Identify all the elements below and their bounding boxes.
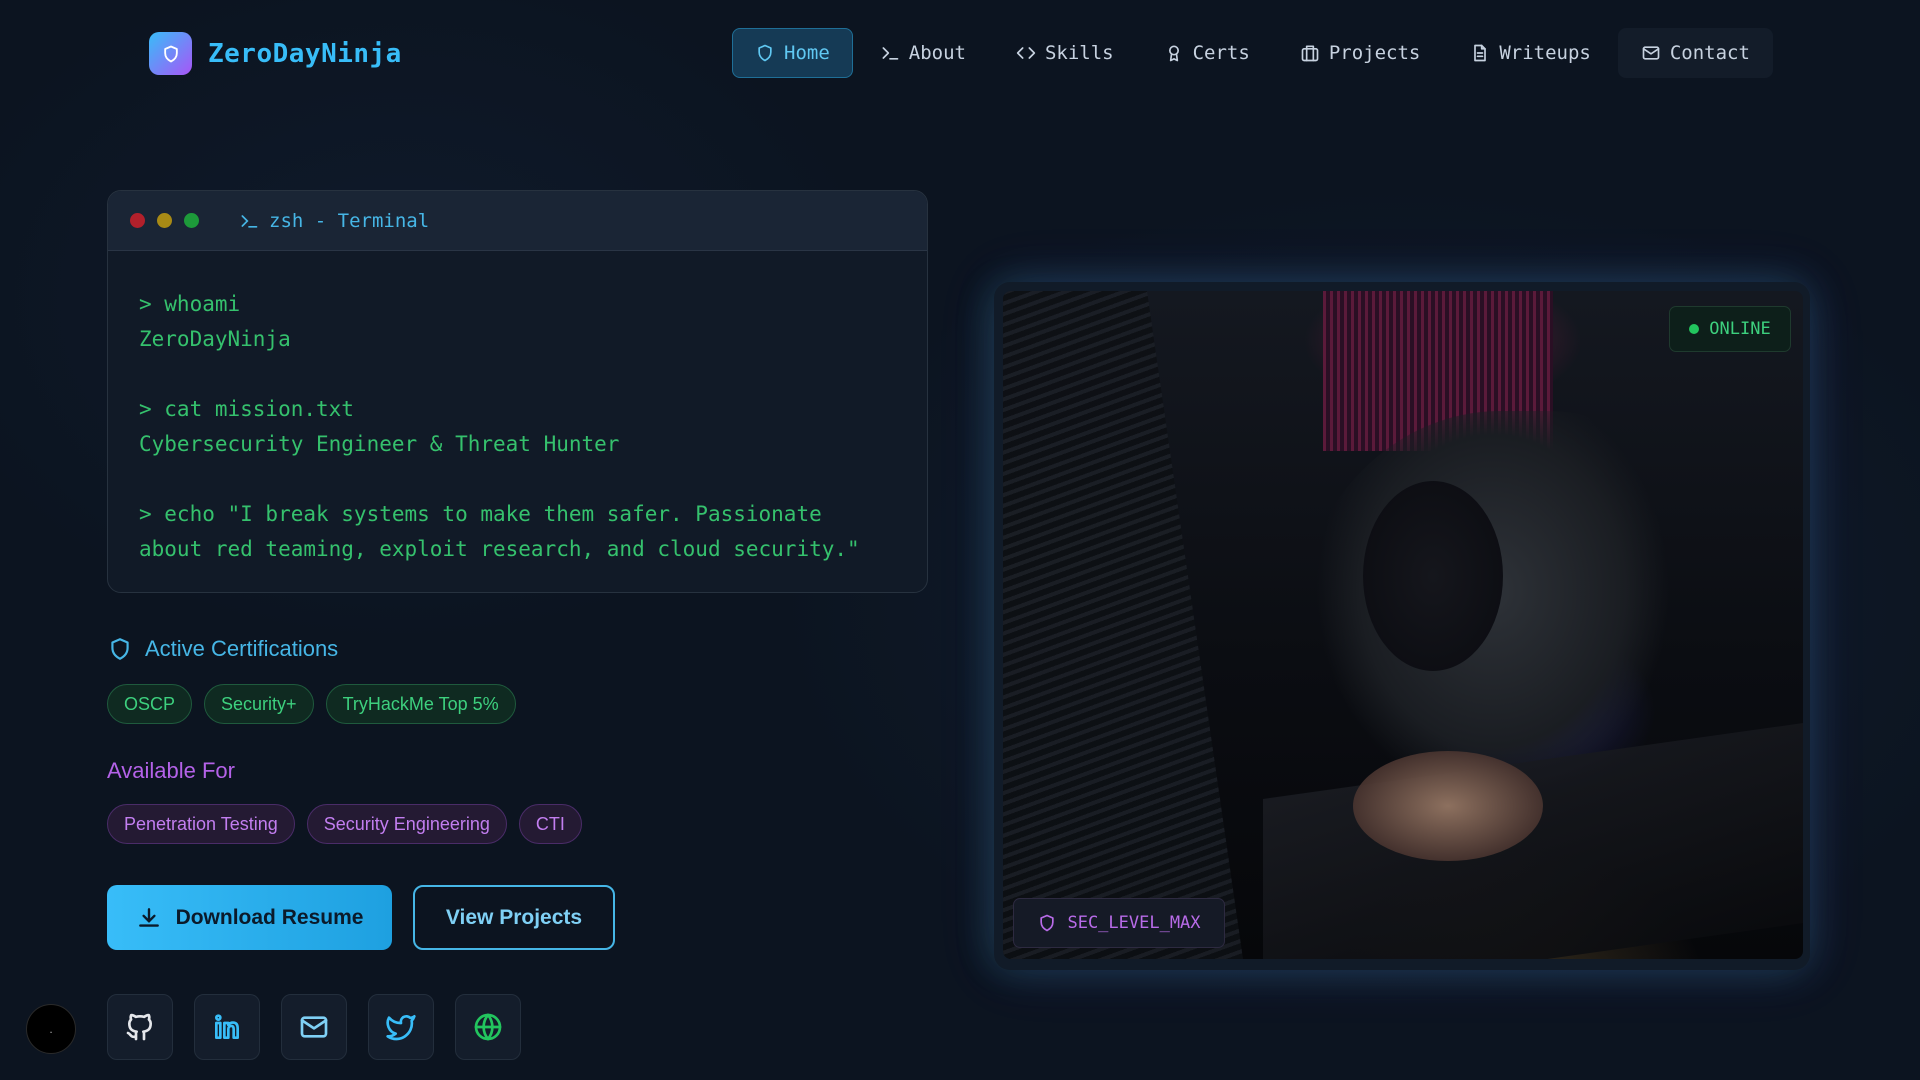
online-status-badge: ONLINE (1669, 306, 1791, 352)
terminal-titlebar: zsh - Terminal (108, 191, 927, 251)
service-badge: CTI (518, 804, 582, 844)
floating-badge[interactable]: . (26, 1004, 76, 1054)
linkedin-icon (215, 1014, 239, 1039)
nav-label: Writeups (1499, 42, 1591, 64)
shield-icon (1040, 914, 1055, 932)
service-badge: Security Engineering (306, 804, 507, 844)
terminal-body: > whoami ZeroDayNinja > cat mission.txt … (108, 251, 927, 567)
nav-item-projects[interactable]: Projects (1277, 28, 1444, 78)
cert-badge: Security+ (204, 684, 314, 724)
terminal-line: > echo "I break systems to make them saf… (139, 502, 822, 526)
terminal-line: about red teaming, exploit research, and… (139, 537, 860, 561)
hooded-face-graphic (1363, 481, 1503, 671)
certifications-heading: Active Certifications (107, 636, 338, 662)
view-projects-button[interactable]: View Projects (413, 885, 615, 950)
terminal-line: > cat mission.txt (139, 397, 354, 421)
terminal-line: Cybersecurity Engineer & Threat Hunter (139, 432, 620, 456)
terminal-icon (241, 214, 258, 228)
file-text-icon (1474, 44, 1487, 62)
available-list: Penetration Testing Security Engineering… (107, 804, 582, 844)
mail-icon (1642, 46, 1660, 60)
terminal-icon (882, 47, 899, 60)
cert-badge: TryHackMe Top 5% (325, 684, 516, 724)
security-level-text: SEC_LEVEL_MAX (1067, 913, 1201, 933)
nav-label: Contact (1669, 42, 1750, 64)
award-icon (1168, 45, 1179, 62)
minimize-dot (157, 213, 172, 228)
mail-icon (300, 1016, 328, 1038)
available-heading-text: Available For (107, 758, 235, 783)
maximize-dot (184, 213, 199, 228)
nav-label: Skills (1044, 42, 1114, 64)
briefcase-icon (1301, 45, 1319, 62)
status-dot (1689, 324, 1700, 334)
terminal-window: zsh - Terminal > whoami ZeroDayNinja > c… (107, 190, 928, 593)
terminal-title: zsh - Terminal (239, 210, 429, 232)
cert-badge: OSCP (107, 684, 193, 724)
view-projects-label: View Projects (445, 905, 583, 929)
service-badge: Penetration Testing (107, 804, 295, 844)
globe-icon (474, 1013, 502, 1041)
download-icon (138, 907, 159, 927)
brand-name: ZeroDayNinja (208, 38, 402, 69)
available-heading: Available For (107, 758, 235, 784)
shield-icon (149, 32, 192, 75)
certifications-list: OSCP Security+ TryHackMe Top 5% (107, 684, 516, 724)
nav-label: Projects (1328, 42, 1421, 64)
terminal-title-text: zsh - Terminal (269, 209, 430, 232)
website-link[interactable] (455, 994, 521, 1060)
brand[interactable]: ZeroDayNinja (149, 32, 402, 75)
hand-graphic (1353, 751, 1543, 861)
twitter-link[interactable] (368, 994, 434, 1060)
nav-item-certs[interactable]: Certs (1141, 28, 1273, 78)
top-navigation: ZeroDayNinja Home About Skills Certs Pro… (0, 0, 1920, 104)
certifications-heading-text: Active Certifications (145, 636, 339, 661)
download-resume-button[interactable]: Download Resume (107, 885, 392, 950)
terminal-line: > whoami (139, 292, 241, 316)
nav-label: About (908, 42, 966, 64)
server-rack-graphic (1003, 291, 1243, 959)
nav-item-contact[interactable]: Contact (1617, 28, 1773, 78)
shield-icon (111, 638, 129, 660)
github-icon (126, 1013, 152, 1041)
nav-menu: Home About Skills Certs Projects Writeup… (732, 28, 1777, 78)
nav-item-skills[interactable]: Skills (993, 28, 1137, 78)
nav-label: Home (784, 42, 830, 64)
twitter-icon (386, 1015, 416, 1041)
email-link[interactable] (281, 994, 347, 1060)
terminal-line: ZeroDayNinja (139, 327, 291, 351)
close-dot (130, 213, 145, 228)
nav-item-writeups[interactable]: Writeups (1447, 28, 1614, 78)
nav-item-home[interactable]: Home (732, 28, 853, 78)
code-icon (1016, 47, 1036, 59)
security-level-badge: SEC_LEVEL_MAX (1013, 898, 1225, 948)
linkedin-link[interactable] (194, 994, 260, 1060)
github-link[interactable] (107, 994, 173, 1060)
nav-item-about[interactable]: About (857, 28, 989, 78)
hero-image (1003, 291, 1803, 959)
download-resume-label: Download Resume (175, 905, 364, 929)
online-status-text: ONLINE (1709, 319, 1771, 339)
social-links (107, 994, 521, 1060)
shield-icon (758, 44, 772, 62)
nav-label: Certs (1192, 42, 1250, 64)
